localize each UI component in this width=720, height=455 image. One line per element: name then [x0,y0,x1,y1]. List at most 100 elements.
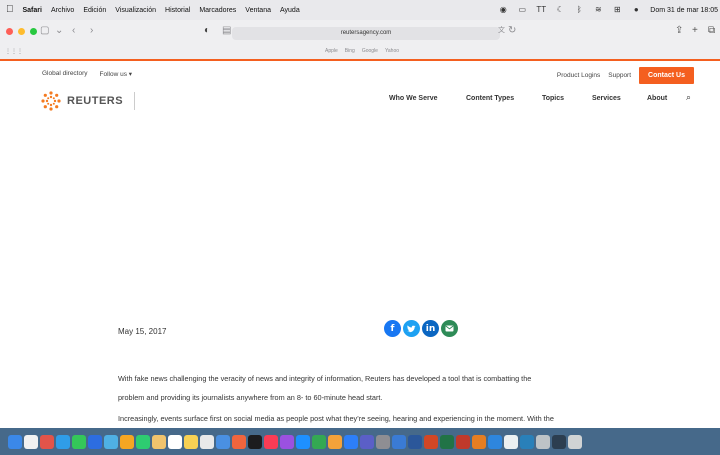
preview-icon[interactable] [504,434,518,449]
forward-icon[interactable]: › [90,25,93,37]
wifi-icon[interactable]: ≋ [593,6,603,14]
facetime-icon[interactable] [136,434,150,449]
nav-about[interactable]: About [647,95,667,102]
excel-icon[interactable] [440,434,454,449]
messages-icon[interactable] [72,434,86,449]
back-icon[interactable]: ‹ [72,25,75,37]
podcasts-icon[interactable] [280,434,294,449]
notes-app-icon[interactable] [152,434,166,449]
paragraph-line: Increasingly, events surface first on so… [118,414,554,423]
nav-topics[interactable]: Topics [542,95,564,102]
calendar-icon[interactable] [168,434,182,449]
firefox-icon[interactable] [472,434,486,449]
reuters-logo[interactable]: REUTERS [40,90,136,112]
trash-icon[interactable] [568,434,582,449]
keynote-icon[interactable] [344,434,358,449]
menu-archivo[interactable]: Archivo [51,7,74,14]
nav-content-types[interactable]: Content Types [466,95,514,102]
article-paragraph-2: Increasingly, events surface first on so… [118,409,618,428]
powerpoint-icon[interactable] [424,434,438,449]
menu-edicion[interactable]: Edición [83,7,106,14]
reload-icon[interactable]: ↻ [508,25,516,37]
apple-menu-icon[interactable]:  [6,5,14,15]
pages-icon[interactable] [328,434,342,449]
imovie-icon[interactable] [392,434,406,449]
teams-icon[interactable] [360,434,374,449]
paragraph-line: With fake news challenging the veracity … [118,374,532,383]
bluetooth-icon[interactable]: ᛒ [574,6,584,14]
favorites-bar: ⋮⋮⋮ Apple Bing Google Yahoo [0,46,720,58]
follow-us-link[interactable]: Follow us ▾ [100,70,133,78]
tabs-overview-icon[interactable]: ⧉ [708,25,715,37]
email-icon[interactable] [441,320,458,337]
battery-icon[interactable]: ▭ [517,6,527,14]
nav-who-we-serve[interactable]: Who We Serve [389,95,438,102]
siri-icon[interactable]: ● [631,6,641,14]
tv-icon[interactable] [248,434,262,449]
app-menu-safari[interactable]: Safari [23,7,42,14]
global-directory-link[interactable]: Global directory [42,70,88,78]
share-buttons: f in [384,320,458,337]
music-icon[interactable] [264,434,278,449]
zoom-window-button[interactable] [30,28,37,35]
menu-ayuda[interactable]: Ayuda [280,7,300,14]
finder-icon[interactable] [8,434,22,449]
new-tab-icon[interactable]: + [692,25,698,37]
freeform-icon[interactable] [216,434,230,449]
macos-dock [0,428,720,455]
word-icon[interactable] [408,434,422,449]
app-grid-icon[interactable] [40,434,54,449]
notes-icon[interactable] [184,434,198,449]
sidebar-icon[interactable]: ▢ [40,25,49,37]
grid-icon[interactable]: ⋮⋮⋮ [5,48,23,55]
numbers-icon[interactable] [312,434,326,449]
screen-icon[interactable] [536,434,550,449]
menu-marcadores[interactable]: Marcadores [199,7,236,14]
control-center-icon[interactable]: ⊞ [612,6,622,14]
maps-icon[interactable] [104,434,118,449]
terminal-icon[interactable] [552,434,566,449]
twitter-icon[interactable] [403,320,420,337]
menu-visualizacion[interactable]: Visualización [115,7,156,14]
linkedin-icon[interactable]: in [422,320,439,337]
menubar-clock[interactable]: Dom 31 de mar 18:05 [650,7,718,14]
address-bar[interactable]: reutersagency.com [232,27,500,40]
menu-historial[interactable]: Historial [165,7,190,14]
mail-icon[interactable] [88,434,102,449]
shield-icon[interactable]: ◐ [204,25,210,37]
favorite-yahoo[interactable]: Yahoo [385,48,399,54]
acrobat-icon[interactable] [456,434,470,449]
launchpad-icon[interactable] [24,434,38,449]
reminders-icon[interactable] [200,434,214,449]
utility-nav: Global directory Follow us ▾ Product Log… [0,64,720,86]
accent-divider [0,59,720,61]
chrome-icon[interactable] [232,434,246,449]
facebook-icon[interactable]: f [384,320,401,337]
menu-ventana[interactable]: Ventana [245,7,271,14]
downloads-icon[interactable] [520,434,534,449]
minimize-window-button[interactable] [18,28,25,35]
search-icon[interactable]: ⌕ [686,92,691,103]
record-icon[interactable]: ◉ [498,6,508,14]
moon-icon[interactable]: ☾ [555,6,565,14]
files-icon[interactable] [488,434,502,449]
page-icon[interactable]: ▤ [222,25,231,37]
article-paragraph-1: With fake news challenging the veracity … [118,369,618,407]
favorite-bing[interactable]: Bing [345,48,355,54]
support-link[interactable]: Support [608,72,631,79]
chevron-down-icon[interactable]: ⌄ [55,25,63,37]
photos-icon[interactable] [120,434,134,449]
app-store-icon[interactable] [296,434,310,449]
close-window-button[interactable] [6,28,13,35]
nav-services[interactable]: Services [592,95,621,102]
tt-icon[interactable]: TT [536,6,546,14]
translate-icon[interactable]: 文 [498,25,505,37]
product-logins-link[interactable]: Product Logins [557,72,600,79]
favorite-google[interactable]: Google [362,48,378,54]
system-settings-icon[interactable] [376,434,390,449]
logo-wordmark: REUTERS [67,95,124,107]
safari-icon[interactable] [56,434,70,449]
share-icon[interactable]: ⇪ [675,25,683,37]
contact-us-button[interactable]: Contact Us [639,67,694,84]
favorite-apple[interactable]: Apple [325,48,338,54]
